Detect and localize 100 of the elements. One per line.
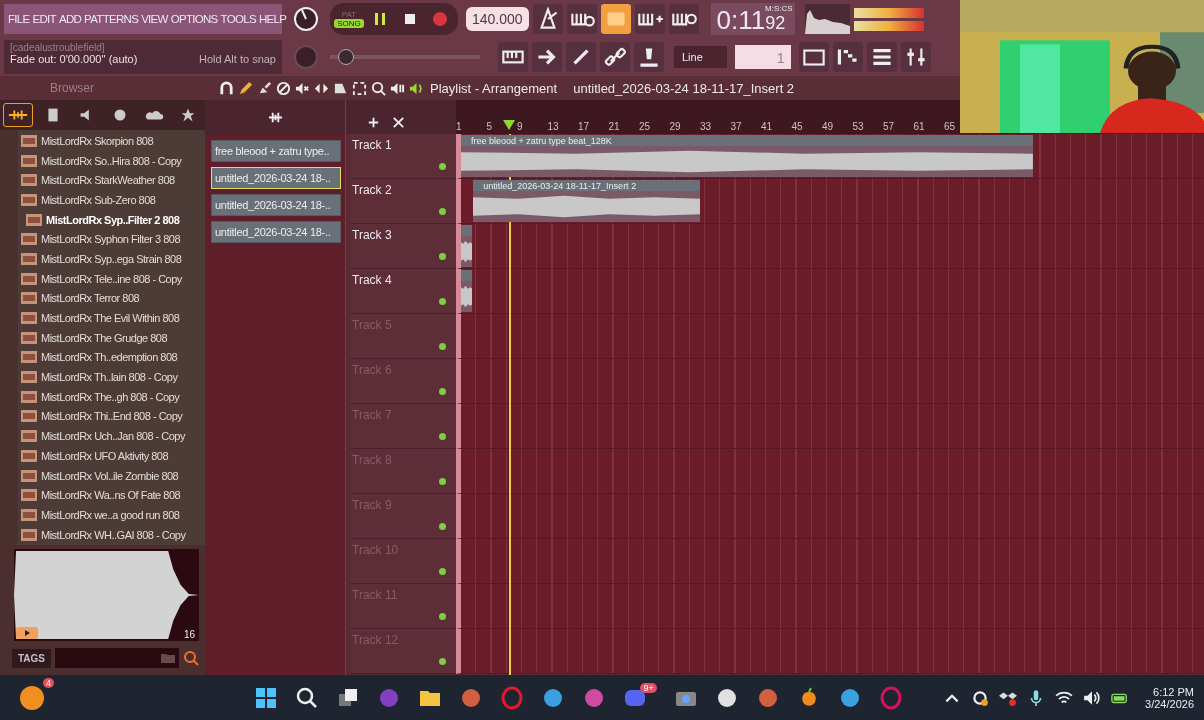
piano-roll-icon[interactable] (832, 42, 863, 72)
sample-list-item[interactable]: MistLordRx we..a good run 808 (18, 505, 205, 525)
track-header[interactable]: Track 3 (350, 224, 456, 269)
track-header[interactable]: Track 2 (350, 179, 456, 224)
playlist-path[interactable]: untitled_2026-03-24 18-11-17_Insert 2 (573, 80, 795, 96)
master-slider[interactable] (330, 49, 480, 65)
track-led-icon[interactable] (439, 388, 446, 395)
sample-list-item[interactable]: MistLordRx The Grudge 808 (18, 327, 205, 348)
play-icon[interactable] (16, 627, 38, 639)
sample-list-item[interactable]: MistLordRx The..gh 808 - Copy (18, 386, 205, 407)
mixer-icon[interactable] (900, 42, 931, 72)
plus-icon[interactable] (366, 115, 381, 130)
track-led-icon[interactable] (439, 253, 446, 260)
tags-label[interactable]: TAGS (12, 648, 52, 668)
menu-item[interactable]: HELP (258, 13, 287, 25)
sample-list-item[interactable]: MistLordRx Skorpion 808 (18, 131, 205, 151)
audio-clip[interactable] (461, 225, 473, 267)
ruler-label: 61 (913, 121, 925, 132)
sample-list-item[interactable]: MistLordRx Tele..ine 808 - Copy (18, 268, 205, 289)
ruler-label: 5 (486, 121, 493, 132)
channel-rack-icon[interactable] (866, 42, 897, 72)
sync-icon[interactable] (971, 688, 990, 707)
playlist-icon[interactable] (798, 42, 829, 72)
menu-item[interactable]: VIEW (141, 13, 168, 25)
track-led-icon[interactable] (439, 658, 446, 665)
menu-item[interactable]: ADD (58, 13, 82, 25)
browser-app-icon[interactable] (500, 685, 525, 710)
track-led-icon[interactable] (439, 343, 446, 350)
track-led-icon[interactable] (439, 523, 446, 530)
arrow-right-icon[interactable] (532, 42, 562, 72)
track-lane[interactable]: untitled_2026-03-24 18-11-17_Insert 2 (456, 179, 1204, 224)
sample-list-item[interactable]: MistLordRx Uch..Jan 808 - Copy (18, 426, 205, 446)
sample-list-item[interactable]: MistLordRx Terror 808 (18, 288, 205, 309)
track-led-icon[interactable] (439, 568, 446, 575)
sample-list-item[interactable]: MistLordRx Vol..ile Zombie 808 (18, 465, 205, 486)
track-header[interactable]: Track 4 (350, 269, 456, 314)
snap-dropdown[interactable]: Line (674, 46, 727, 68)
keyboard-plus-icon[interactable] (634, 4, 665, 34)
track-led-icon[interactable] (439, 298, 446, 305)
waveform-tab-icon[interactable] (2, 103, 33, 127)
track-led-icon[interactable] (439, 163, 446, 170)
track-led-icon[interactable] (439, 478, 446, 485)
loop-record-icon[interactable] (668, 4, 699, 34)
windows-start-icon[interactable] (254, 685, 279, 710)
track-name: Track 3 (352, 228, 392, 242)
clock-time[interactable]: 6:12 PM (1153, 685, 1194, 698)
no-icon[interactable] (276, 80, 291, 96)
zoom-icon[interactable] (371, 80, 386, 96)
select-icon[interactable] (352, 80, 367, 96)
sample-list-item[interactable]: MistLordRx The Evil Within 808 (18, 308, 205, 328)
sample-list-item[interactable]: MistLordRx Syp..ega Strain 808 (18, 249, 205, 269)
sample-list-item[interactable]: MistLordRx StarkWeather 808 (18, 170, 205, 191)
clip-item[interactable]: untitled_2026-03-24 18-.. (211, 194, 341, 216)
tempo-field[interactable]: 140.000 (466, 7, 529, 31)
slider-thumb[interactable] (338, 49, 355, 65)
sample-list-item[interactable]: MistLordRx UFO Aktivity 808 (18, 446, 205, 466)
sample-list-item[interactable]: MistLordRx WH..GAI 808 - Copy (18, 524, 205, 545)
sample-list-item[interactable]: MistLordRx So..Hira 808 - Copy (18, 150, 205, 171)
sample-list-item[interactable]: MistLordRx Th..lain 808 - Copy (18, 367, 205, 387)
menu-item[interactable]: PATTERNS (84, 13, 139, 25)
audio-clip[interactable]: untitled_2026-03-24 18-11-17_Insert 2 (473, 180, 701, 222)
menu-item[interactable]: FILE (8, 13, 30, 25)
preview-count: 16 (183, 629, 195, 640)
tags-field[interactable] (55, 648, 179, 668)
audio-clip[interactable] (461, 270, 473, 312)
speaker-icon[interactable] (390, 80, 405, 96)
clock-date[interactable]: 3/24/2026 (1145, 697, 1194, 710)
pencil-icon[interactable] (238, 80, 253, 96)
mute-icon[interactable] (295, 80, 310, 96)
track-led-icon[interactable] (439, 208, 446, 215)
menu-item[interactable]: OPTIONS (170, 13, 218, 25)
link-icon[interactable] (600, 42, 630, 72)
clip-item[interactable]: untitled_2026-03-24 18-.. (211, 167, 341, 189)
menu-item[interactable]: TOOLS (220, 13, 256, 25)
stamp-icon[interactable] (634, 42, 664, 72)
wait-icon[interactable] (566, 4, 597, 34)
playhead-marker-icon[interactable] (503, 120, 515, 130)
magnet-icon[interactable] (219, 80, 234, 96)
track-lane[interactable]: free bleood + zatru type beat_128K (456, 134, 1204, 179)
track-header[interactable]: Track 1 (350, 134, 456, 179)
track-led-icon[interactable] (439, 433, 446, 440)
sample-list-item[interactable]: MistLordRx Thi..End 808 - Copy (18, 406, 205, 427)
keyboard-icon[interactable] (498, 42, 528, 72)
mode-toggle[interactable]: SONG (334, 19, 364, 28)
browser-app-icon[interactable] (878, 685, 903, 710)
brush-icon[interactable] (257, 80, 272, 96)
metronome-icon[interactable] (532, 4, 563, 34)
clip-item[interactable]: free bleood + zatru type.. (211, 140, 341, 162)
track-led-icon[interactable] (439, 613, 446, 620)
sample-list-item[interactable]: MistLordRx Wa..ns Of Fate 808 (18, 485, 205, 506)
clip-item[interactable]: untitled_2026-03-24 18-.. (211, 221, 341, 243)
menu-item[interactable]: EDIT (32, 13, 56, 25)
sample-list-item[interactable]: MistLordRx Th..edemption 808 (18, 347, 205, 368)
audio-file-icon (21, 292, 37, 305)
sample-list-item[interactable]: MistLordRx Syp..Filter 2 808 (18, 209, 205, 230)
sample-list-item[interactable]: MistLordRx Syphon Filter 3 808 (18, 229, 205, 250)
knob-icon[interactable] (292, 5, 320, 33)
audio-clip[interactable]: free bleood + zatru type beat_128K (461, 135, 1033, 177)
close-icon[interactable] (391, 115, 406, 130)
sample-list-item[interactable]: MistLordRx Sub-Zero 808 (18, 190, 205, 210)
